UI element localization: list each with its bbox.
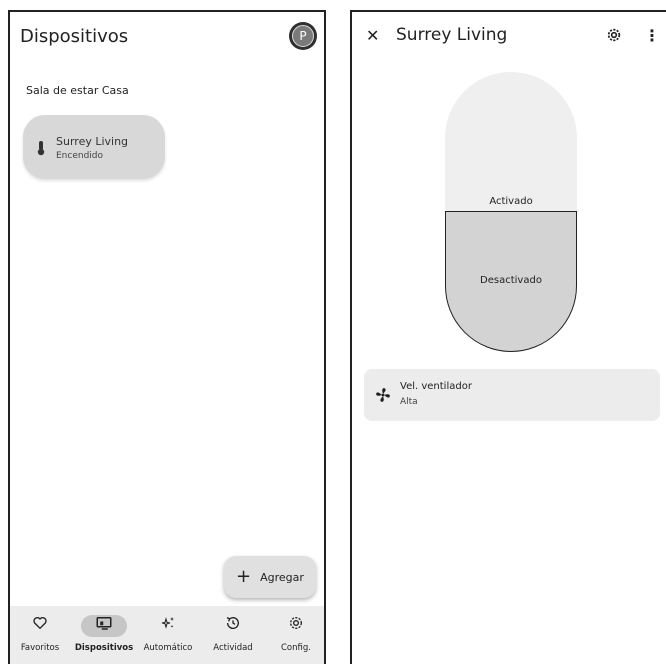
heart-icon	[17, 615, 63, 637]
history-icon	[210, 615, 256, 637]
on-label: Activado	[489, 196, 533, 207]
devices-screen: Dispositivos P Sala de estar Casa Surrey…	[8, 10, 326, 664]
nav-label: Dispositivos	[74, 643, 134, 653]
off-label: Desactivado	[480, 275, 542, 286]
fan-speed-value: Alta	[400, 397, 418, 407]
nav-label: Favoritos	[20, 643, 60, 653]
gear-icon	[273, 615, 319, 637]
add-button[interactable]: + Agregar	[224, 556, 316, 598]
device-title: Surrey Living	[396, 25, 508, 45]
bottom-nav: Favoritos Dispositivos Automático Activi…	[10, 606, 324, 664]
page-title: Dispositivos	[20, 26, 129, 47]
nav-activity[interactable]: Actividad	[203, 612, 263, 653]
avatar[interactable]: P	[289, 22, 317, 50]
device-status: Encendido	[56, 151, 104, 161]
avatar-letter: P	[292, 25, 314, 47]
nav-settings[interactable]: Config.	[266, 612, 324, 653]
nav-favorites[interactable]: Favoritos	[10, 612, 70, 653]
add-button-label: Agregar	[260, 570, 304, 584]
nav-label: Actividad	[213, 643, 253, 653]
nav-label: Config.	[281, 643, 311, 653]
device-name: Surrey Living	[56, 135, 129, 148]
sparkle-icon	[145, 615, 191, 637]
fan-icon	[376, 388, 390, 402]
device-detail-screen: ✕ Surrey Living ⋮ Activado Desactivado V…	[350, 10, 666, 664]
fan-speed-label: Vel. ventilador	[400, 381, 472, 392]
room-label: Sala de estar Casa	[26, 84, 129, 97]
toggle-on-segment[interactable]: Activado	[445, 72, 577, 212]
nav-automations[interactable]: Automático	[138, 612, 198, 653]
nav-label: Automático	[143, 643, 193, 653]
device-tile[interactable]: Surrey Living Encendido	[23, 115, 165, 179]
close-icon[interactable]: ✕	[366, 26, 379, 45]
more-vert-icon[interactable]: ⋮	[644, 26, 660, 45]
devices-icon	[81, 615, 127, 637]
gear-icon[interactable]	[606, 27, 622, 47]
plus-icon: +	[236, 566, 252, 587]
thermostat-icon	[37, 141, 45, 156]
nav-devices[interactable]: Dispositivos	[74, 612, 134, 653]
fan-speed-tile[interactable]: Vel. ventilador Alta	[364, 369, 660, 421]
